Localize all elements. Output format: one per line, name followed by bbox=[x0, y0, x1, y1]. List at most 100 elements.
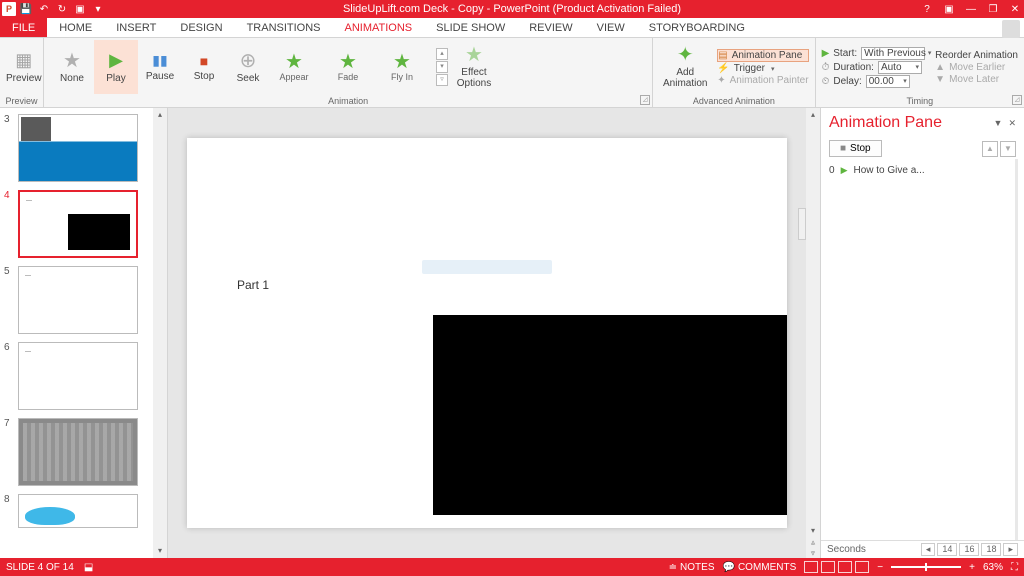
tab-review[interactable]: REVIEW bbox=[517, 18, 584, 37]
view-mode-icons bbox=[804, 561, 869, 573]
tab-slideshow[interactable]: SLIDE SHOW bbox=[424, 18, 517, 37]
slideshow-view-icon[interactable] bbox=[855, 561, 869, 573]
tab-insert[interactable]: INSERT bbox=[104, 18, 168, 37]
trigger-label: Trigger bbox=[734, 63, 765, 74]
zoom-in-button[interactable]: + bbox=[969, 562, 975, 573]
notes-button[interactable]: ≐ NOTES bbox=[669, 562, 715, 573]
timing-dialog-launcher[interactable]: ◿ bbox=[1012, 95, 1022, 105]
start-dropdown[interactable]: With Previous bbox=[861, 47, 925, 60]
main-area: 3 4—★ 5— 6— 7 8 ▴▾ Part 1 ▴ ▾ ⩓ ⩔ Animat… bbox=[0, 108, 1024, 558]
slide-vertical-scrollbar[interactable]: ▴ ▾ ⩓ ⩔ bbox=[806, 108, 820, 558]
user-avatar[interactable] bbox=[1002, 20, 1020, 38]
thumb-5[interactable]: 5— bbox=[4, 266, 163, 334]
thumbnail-scrollbar[interactable]: ▴▾ bbox=[153, 108, 167, 558]
start-value: With Previous bbox=[864, 48, 926, 59]
help-icon[interactable]: ? bbox=[920, 4, 934, 15]
thumb-6[interactable]: 6— bbox=[4, 342, 163, 410]
delay-input[interactable]: 00.00 bbox=[866, 75, 910, 88]
minimize-icon[interactable]: — bbox=[964, 4, 978, 15]
add-animation-label: Add Animation bbox=[659, 67, 711, 89]
tab-file[interactable]: FILE bbox=[0, 18, 47, 37]
play-button[interactable]: ▶Play bbox=[94, 40, 138, 94]
comments-button[interactable]: 💬 COMMENTS bbox=[723, 562, 797, 573]
gallery-scroll[interactable]: ▴▾▿ bbox=[436, 48, 448, 86]
effect-fade[interactable]: ★Fade bbox=[324, 52, 372, 82]
delay-row: ⏲Delay: 00.00 bbox=[822, 75, 926, 88]
animation-dialog-launcher[interactable]: ◿ bbox=[640, 95, 650, 105]
seek-label: Seek bbox=[237, 73, 260, 84]
qat-more-icon[interactable]: ▾ bbox=[90, 1, 106, 17]
zoom-out-button[interactable]: − bbox=[877, 562, 883, 573]
fit-to-window-icon[interactable]: ⛶ bbox=[1011, 562, 1018, 573]
effect-flyin[interactable]: ★Fly In bbox=[378, 52, 426, 82]
restore-icon[interactable]: ❐ bbox=[986, 4, 1000, 15]
save-icon[interactable]: 💾 bbox=[18, 1, 34, 17]
timeline-scroll-right[interactable]: ▸ bbox=[1003, 543, 1018, 556]
reading-view-icon[interactable] bbox=[838, 561, 852, 573]
thumb-7[interactable]: 7 bbox=[4, 418, 163, 486]
slide-canvas-area: Part 1 bbox=[168, 108, 806, 558]
effect-options-button[interactable]: ★Effect Options bbox=[448, 45, 500, 89]
sorter-view-icon[interactable] bbox=[821, 561, 835, 573]
frame-14: 14 bbox=[937, 543, 957, 556]
animation-item-0[interactable]: 0 ▶ How to Give a... bbox=[829, 165, 1016, 176]
slide-canvas[interactable]: Part 1 bbox=[187, 138, 787, 528]
spellcheck-icon[interactable]: ⬓ bbox=[84, 562, 93, 573]
pane-close-icon[interactable]: ✕ bbox=[1008, 118, 1016, 129]
pane-icon: ▤ bbox=[718, 50, 727, 61]
start-from-beginning-icon[interactable]: ▣ bbox=[72, 1, 88, 17]
animation-pane-label: Animation Pane bbox=[732, 50, 803, 61]
ribbon-options-icon[interactable]: ▣ bbox=[942, 4, 956, 15]
reorder-up-button[interactable]: ▲ bbox=[982, 141, 998, 157]
slide-video-object[interactable] bbox=[433, 315, 787, 515]
pause-button[interactable]: ▮▮Pause bbox=[138, 52, 182, 82]
zoom-slider[interactable] bbox=[891, 566, 961, 568]
zoom-level[interactable]: 63% bbox=[983, 562, 1003, 573]
notes-label: NOTES bbox=[680, 562, 714, 573]
pause-icon: ▮▮ bbox=[152, 52, 167, 69]
thumb-num-4: 4 bbox=[4, 190, 14, 201]
trigger-button[interactable]: ⚡Trigger bbox=[717, 63, 808, 74]
tab-home[interactable]: HOME bbox=[47, 18, 104, 37]
start-row: ▶Start: With Previous bbox=[822, 47, 926, 60]
pane-options-icon[interactable]: ▼ bbox=[994, 118, 1003, 129]
add-animation-button[interactable]: ✦Add Animation bbox=[659, 45, 711, 89]
seek-button[interactable]: ⊕ Seek bbox=[226, 51, 270, 84]
animation-pane-toggle[interactable]: ▤ Animation Pane bbox=[717, 49, 808, 62]
pane-play-button[interactable]: ■Stop bbox=[829, 140, 882, 157]
group-advanced-animation: ✦Add Animation ▤Animation Pane ⚡Trigger … bbox=[653, 38, 815, 107]
animation-gallery: ★Appear ★Fade ★Fly In ▴▾▿ bbox=[270, 48, 448, 86]
ribbon: ▦Preview Preview ★None ▶Play ▮▮Pause ■St… bbox=[0, 38, 1024, 108]
tab-transitions[interactable]: TRANSITIONS bbox=[235, 18, 333, 37]
none-button[interactable]: ★None bbox=[50, 51, 94, 84]
normal-view-icon[interactable] bbox=[804, 561, 818, 573]
thumb-8[interactable]: 8 bbox=[4, 494, 163, 528]
seek-icon: ⊕ bbox=[240, 51, 257, 71]
stop-label: Stop bbox=[194, 71, 215, 82]
tab-animations[interactable]: ANIMATIONS bbox=[333, 18, 425, 37]
stop-button[interactable]: ■Stop bbox=[182, 53, 226, 82]
reorder-down-button[interactable]: ▼ bbox=[1000, 141, 1016, 157]
tab-design[interactable]: DESIGN bbox=[168, 18, 234, 37]
window-title: SlideUpLift.com Deck - Copy - PowerPoint… bbox=[343, 3, 681, 15]
duration-input[interactable]: Auto bbox=[878, 61, 922, 74]
timeline-scroll-left[interactable]: ◂ bbox=[921, 543, 936, 556]
effect-appear[interactable]: ★Appear bbox=[270, 52, 318, 82]
tab-storyboarding[interactable]: STORYBOARDING bbox=[637, 18, 757, 37]
animation-painter-button[interactable]: ✦Animation Painter bbox=[717, 75, 808, 86]
undo-icon[interactable]: ↶ bbox=[36, 1, 52, 17]
move-earlier-button[interactable]: ▲Move Earlier bbox=[935, 62, 1018, 73]
thumb-4[interactable]: 4—★ bbox=[4, 190, 163, 258]
slide-text-part1[interactable]: Part 1 bbox=[237, 278, 269, 292]
close-icon[interactable]: ✕ bbox=[1008, 4, 1022, 15]
tab-view[interactable]: VIEW bbox=[585, 18, 637, 37]
animation-pane: Animation Pane ▼✕ ■Stop ▲▼ 0 ▶ How to Gi… bbox=[820, 108, 1024, 558]
redo-icon[interactable]: ↻ bbox=[54, 1, 70, 17]
pane-collapse-handle[interactable] bbox=[798, 208, 806, 240]
thumb-3[interactable]: 3 bbox=[4, 114, 163, 182]
add-animation-icon: ✦ bbox=[677, 45, 694, 65]
move-later-button[interactable]: ▼Move Later bbox=[935, 74, 1018, 85]
slide-counter[interactable]: SLIDE 4 OF 14 bbox=[6, 562, 74, 573]
preview-button[interactable]: ▦Preview bbox=[6, 50, 42, 84]
pane-reorder: ▲▼ bbox=[982, 141, 1016, 157]
